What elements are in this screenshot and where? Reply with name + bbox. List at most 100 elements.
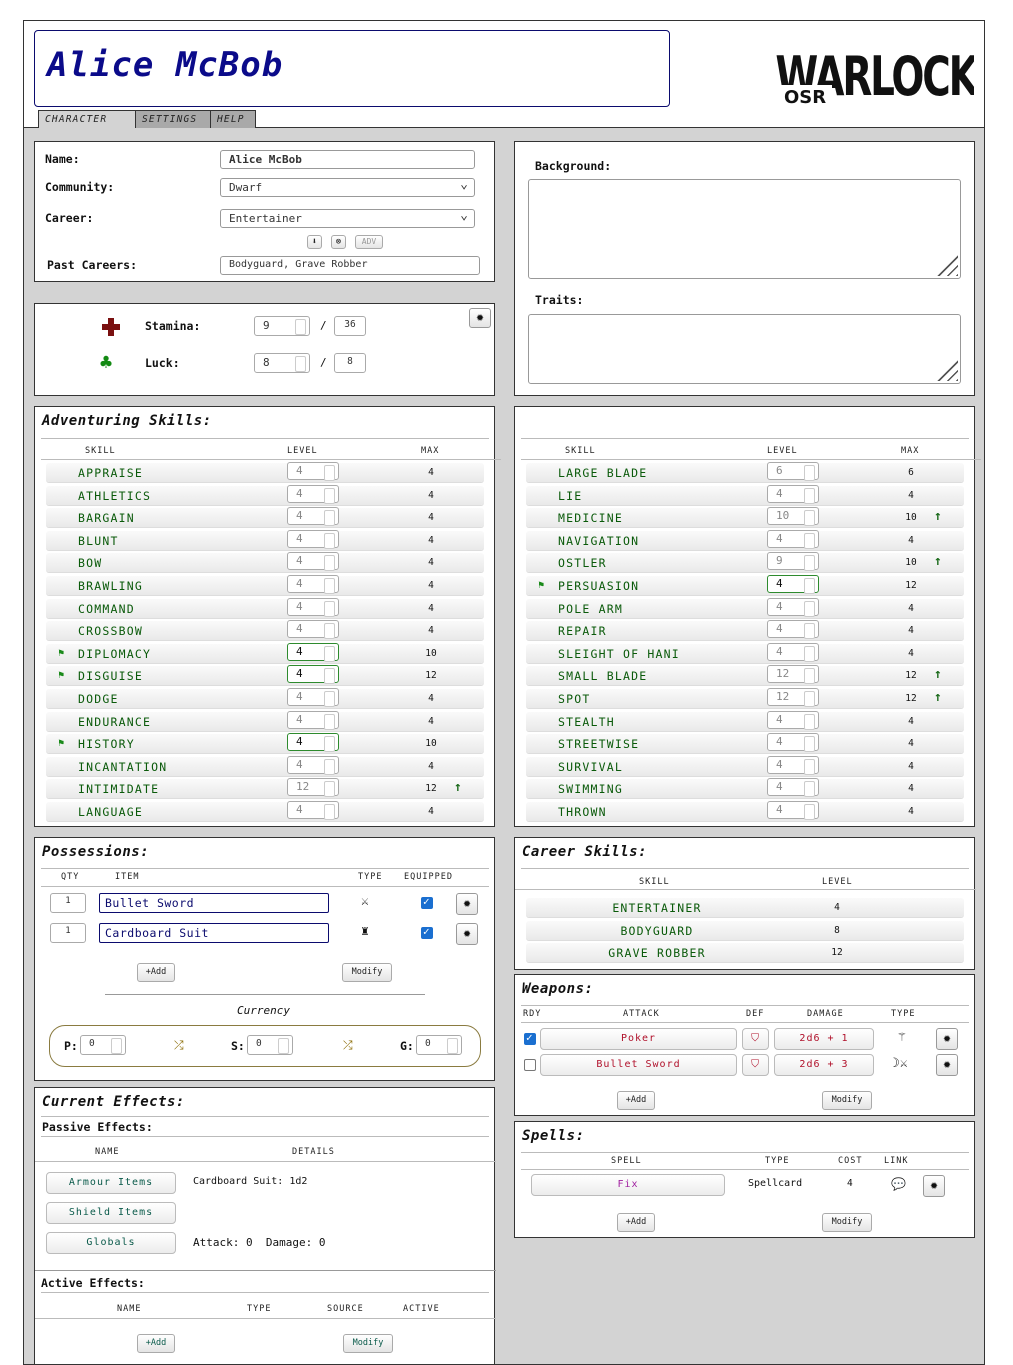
item-name-field[interactable]: Bullet Sword [99, 893, 329, 913]
silver-input[interactable]: 0 [247, 1035, 293, 1055]
item-name-field[interactable]: Cardboard Suit [99, 923, 329, 943]
skill-level-input[interactable]: 12 [767, 665, 819, 685]
modify-effects-button[interactable]: Modify [343, 1334, 393, 1353]
armour-items-button[interactable]: Armour Items [46, 1172, 176, 1194]
add-weapon-button[interactable]: +Add [617, 1091, 655, 1110]
weapon-settings-button[interactable]: ✹ [936, 1028, 958, 1050]
spell-cast-button[interactable]: Fix [531, 1174, 725, 1196]
stamina-current-input[interactable]: 9 [254, 316, 310, 336]
skill-level-input[interactable]: 12 [767, 688, 819, 707]
gold-input[interactable]: 0 [416, 1035, 462, 1055]
modify-weapons-button[interactable]: Modify [822, 1091, 872, 1110]
skill-level-input[interactable]: 4 [767, 710, 819, 730]
weapon-attack-button[interactable]: Poker [540, 1028, 737, 1050]
skill-level-input[interactable]: 10 [767, 507, 819, 527]
skill-level-input[interactable]: 4 [287, 552, 339, 572]
weapon-damage-button[interactable]: 2d6 + 1 [774, 1028, 874, 1050]
item-equipped-checkbox[interactable] [421, 925, 433, 939]
stamina-max[interactable]: 36 [334, 316, 366, 336]
resize-grip-icon[interactable] [934, 359, 958, 381]
weapon-ready-checkbox[interactable] [524, 1031, 536, 1045]
weapon-defend-button[interactable]: ⛉ [742, 1028, 769, 1050]
weapon-attack-button[interactable]: Bullet Sword [540, 1054, 737, 1076]
modify-items-button[interactable]: Modify [342, 963, 392, 982]
tab-help[interactable]: HELP [210, 110, 256, 128]
add-item-button[interactable]: +Add [137, 963, 175, 982]
skill-level-input[interactable]: 12 [287, 778, 339, 798]
skill-name: STEALTH [558, 714, 615, 729]
item-equipped-checkbox[interactable] [421, 895, 433, 909]
skill-level-input[interactable]: 4 [287, 484, 339, 504]
item-qty-input[interactable]: 1 [50, 923, 86, 943]
level-up-arrow-icon[interactable]: ↑ [934, 667, 942, 682]
exchange-icon[interactable]: ⤮ [174, 1038, 184, 1053]
weapon-ready-checkbox[interactable] [524, 1059, 536, 1071]
career-down-button[interactable]: ⬇ [307, 235, 322, 249]
spell-settings-button[interactable]: ✹ [923, 1175, 945, 1197]
resize-grip-icon[interactable] [934, 254, 958, 276]
skill-level-input[interactable]: 4 [287, 665, 339, 685]
exchange-icon[interactable]: ⤮ [343, 1038, 353, 1053]
globals-button[interactable]: Globals [46, 1232, 176, 1254]
weapon-damage-button[interactable]: 2d6 + 3 [774, 1054, 874, 1076]
skill-name: OSTLER [558, 556, 607, 571]
level-up-arrow-icon[interactable]: ↑ [934, 554, 942, 569]
skill-level-input[interactable]: 4 [767, 755, 819, 775]
skill-name: POLE ARM [558, 601, 623, 616]
skill-level-input[interactable]: 4 [287, 642, 339, 662]
skill-level-input[interactable]: 4 [287, 801, 339, 820]
traits-textarea[interactable] [528, 314, 961, 384]
luck-current-input[interactable]: 8 [254, 353, 310, 373]
skill-level-input[interactable]: 4 [287, 688, 339, 707]
item-settings-button[interactable]: ✹ [456, 893, 478, 915]
weapon-settings-button[interactable]: ✹ [936, 1054, 958, 1076]
luck-max[interactable]: 8 [334, 353, 366, 373]
skill-level-input[interactable]: 9 [767, 552, 819, 572]
community-select[interactable]: Dwarf [220, 177, 475, 197]
skill-level-input[interactable]: 6 [767, 462, 819, 481]
skill-level-input[interactable]: 4 [287, 755, 339, 775]
add-effect-button[interactable]: +Add [137, 1334, 175, 1353]
item-qty-input[interactable]: 1 [50, 893, 86, 913]
skill-level-input[interactable]: 4 [767, 733, 819, 753]
skill-level-input[interactable]: 4 [287, 733, 339, 753]
tab-character[interactable]: CHARACTER [38, 110, 136, 128]
platinum-input[interactable]: 0 [80, 1035, 126, 1055]
skill-level-input[interactable]: 4 [767, 529, 819, 549]
tab-settings[interactable]: SETTINGS [135, 110, 211, 128]
past-careers-field[interactable]: Bodyguard, Grave Robber [220, 256, 480, 275]
speech-bubble-icon[interactable]: 💬 [891, 1177, 906, 1191]
skill-level-input[interactable]: 4 [767, 597, 819, 617]
skill-level-input[interactable]: 4 [287, 710, 339, 730]
skill-level-input[interactable]: 4 [287, 507, 339, 527]
add-spell-button[interactable]: +Add [617, 1213, 655, 1232]
skill-name: SURVIVAL [558, 759, 623, 774]
skill-level-input[interactable]: 4 [767, 801, 819, 820]
skill-level-input[interactable]: 4 [767, 620, 819, 640]
skill-level-input[interactable]: 4 [767, 642, 819, 662]
skill-row: BARGAIN 4 4 [46, 507, 484, 528]
level-up-arrow-icon[interactable]: ↑ [934, 690, 942, 705]
stats-settings-button[interactable]: ✹ [469, 308, 491, 328]
skill-level-input[interactable]: 4 [767, 484, 819, 504]
name-field[interactable]: Alice McBob [220, 150, 475, 169]
skill-name: SWIMMING [558, 782, 623, 797]
skill-level-input[interactable]: 4 [287, 597, 339, 617]
level-up-arrow-icon[interactable]: ↑ [454, 780, 462, 795]
level-up-arrow-icon[interactable]: ↑ [934, 509, 942, 524]
skill-level-input[interactable]: 4 [287, 462, 339, 481]
career-clear-button[interactable]: ⊗ [331, 235, 346, 249]
background-textarea[interactable] [528, 179, 961, 279]
item-settings-button[interactable]: ✹ [456, 923, 478, 945]
skill-name: REPAIR [558, 624, 607, 639]
skill-level-input[interactable]: 4 [287, 529, 339, 549]
skill-level-input[interactable]: 4 [767, 575, 819, 594]
career-adv-button[interactable]: ADV [355, 235, 383, 249]
career-select[interactable]: Entertainer [220, 208, 475, 228]
skill-level-input[interactable]: 4 [767, 778, 819, 798]
weapon-defend-button[interactable]: ⛉ [742, 1054, 769, 1076]
skill-level-input[interactable]: 4 [287, 575, 339, 594]
shield-items-button[interactable]: Shield Items [46, 1202, 176, 1224]
modify-spells-button[interactable]: Modify [822, 1213, 872, 1232]
skill-level-input[interactable]: 4 [287, 620, 339, 640]
